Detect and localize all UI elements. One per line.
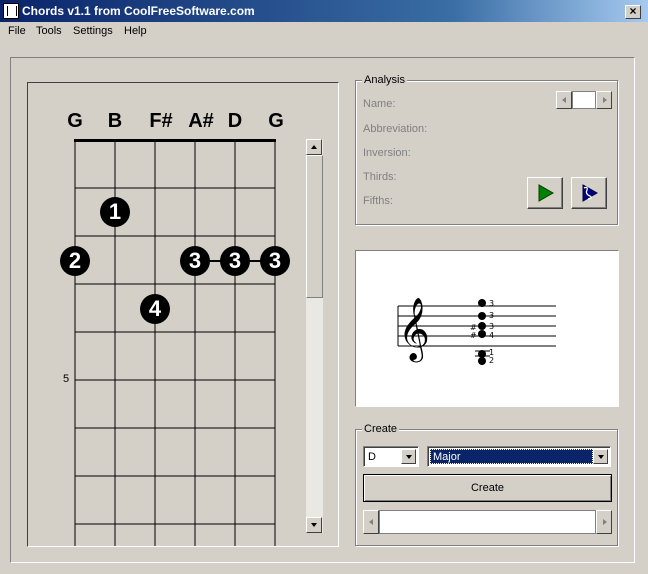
staff-notation: 𝄞 3 3 3 4 1 2 # # bbox=[397, 297, 556, 365]
arrow-up-icon bbox=[311, 145, 317, 149]
chevron-down-icon bbox=[598, 455, 604, 459]
create-scroll-left[interactable] bbox=[363, 510, 379, 534]
inversion-label: Inversion: bbox=[363, 147, 411, 159]
root-note-select[interactable]: D bbox=[363, 446, 419, 467]
thirds-label: Thirds: bbox=[363, 171, 397, 183]
finger-dot[interactable]: 3 bbox=[220, 246, 250, 276]
scroll-up-button[interactable] bbox=[306, 139, 322, 155]
finger-dot[interactable]: 1 bbox=[100, 197, 130, 227]
close-icon: × bbox=[629, 4, 637, 18]
finger-dot[interactable]: 2 bbox=[60, 246, 90, 276]
scrollbar-thumb[interactable] bbox=[306, 155, 323, 298]
fifths-label: Fifths: bbox=[363, 195, 393, 207]
arrow-left-icon bbox=[562, 97, 566, 103]
fretboard-grid[interactable] bbox=[0, 0, 340, 560]
finger-dot[interactable]: 3 bbox=[260, 246, 290, 276]
analysis-scroll-thumb[interactable] bbox=[572, 91, 596, 109]
chevron-down-icon bbox=[406, 455, 412, 459]
name-label: Name: bbox=[363, 98, 396, 110]
note-finger-label: 4 bbox=[489, 331, 494, 340]
abbreviation-label: Abbreviation: bbox=[363, 123, 428, 135]
note-finger-label: 2 bbox=[489, 356, 494, 365]
create-title: Create bbox=[362, 423, 400, 435]
arpeggio-play-icon bbox=[582, 184, 599, 202]
create-scroll-right[interactable] bbox=[596, 510, 612, 534]
close-button[interactable]: × bbox=[625, 5, 641, 19]
type-dropdown-button[interactable] bbox=[593, 449, 608, 464]
root-dropdown-button[interactable] bbox=[401, 449, 416, 464]
finger-dot[interactable]: 4 bbox=[140, 294, 170, 324]
note-finger-label: 3 bbox=[489, 311, 494, 320]
scroll-down-button[interactable] bbox=[306, 517, 322, 533]
play-button[interactable] bbox=[527, 177, 563, 209]
treble-clef-icon: 𝄞 bbox=[398, 297, 430, 363]
arrow-right-icon bbox=[603, 97, 607, 103]
chord-type-select[interactable]: Major bbox=[427, 446, 611, 467]
chord-type-value: Major bbox=[430, 449, 593, 464]
note-finger-label: 3 bbox=[489, 322, 494, 331]
arpeggio-play-button[interactable] bbox=[571, 177, 607, 209]
root-note-value: D bbox=[368, 451, 376, 463]
arrow-right-icon bbox=[603, 519, 607, 525]
arrow-down-icon bbox=[311, 523, 317, 527]
create-scroll-thumb[interactable] bbox=[379, 510, 596, 534]
analysis-title: Analysis bbox=[362, 74, 407, 86]
note-finger-label: 3 bbox=[489, 299, 494, 308]
play-icon bbox=[538, 184, 555, 202]
analysis-scroll-left[interactable] bbox=[556, 91, 572, 109]
sharp-sign: # bbox=[470, 331, 477, 340]
analysis-scroll-right[interactable] bbox=[596, 91, 612, 109]
arrow-left-icon bbox=[369, 519, 373, 525]
fret-marker: 5 bbox=[63, 373, 70, 385]
create-button[interactable]: Create bbox=[363, 474, 612, 502]
finger-dot[interactable]: 3 bbox=[180, 246, 210, 276]
